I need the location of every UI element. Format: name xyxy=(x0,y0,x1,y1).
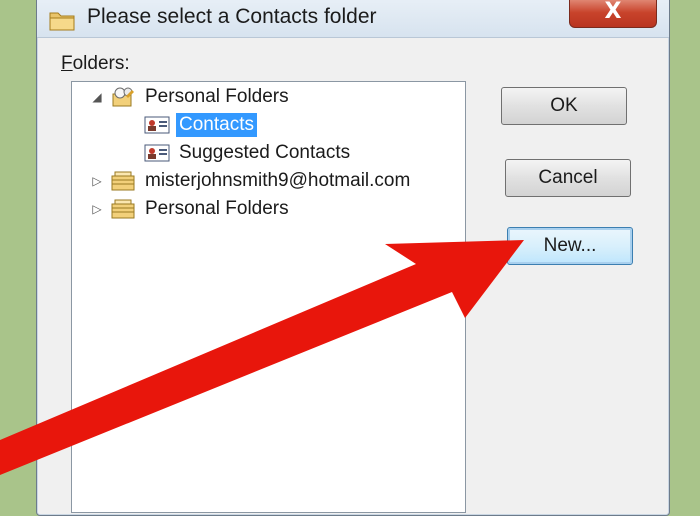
red-pointer-arrow xyxy=(0,240,524,475)
